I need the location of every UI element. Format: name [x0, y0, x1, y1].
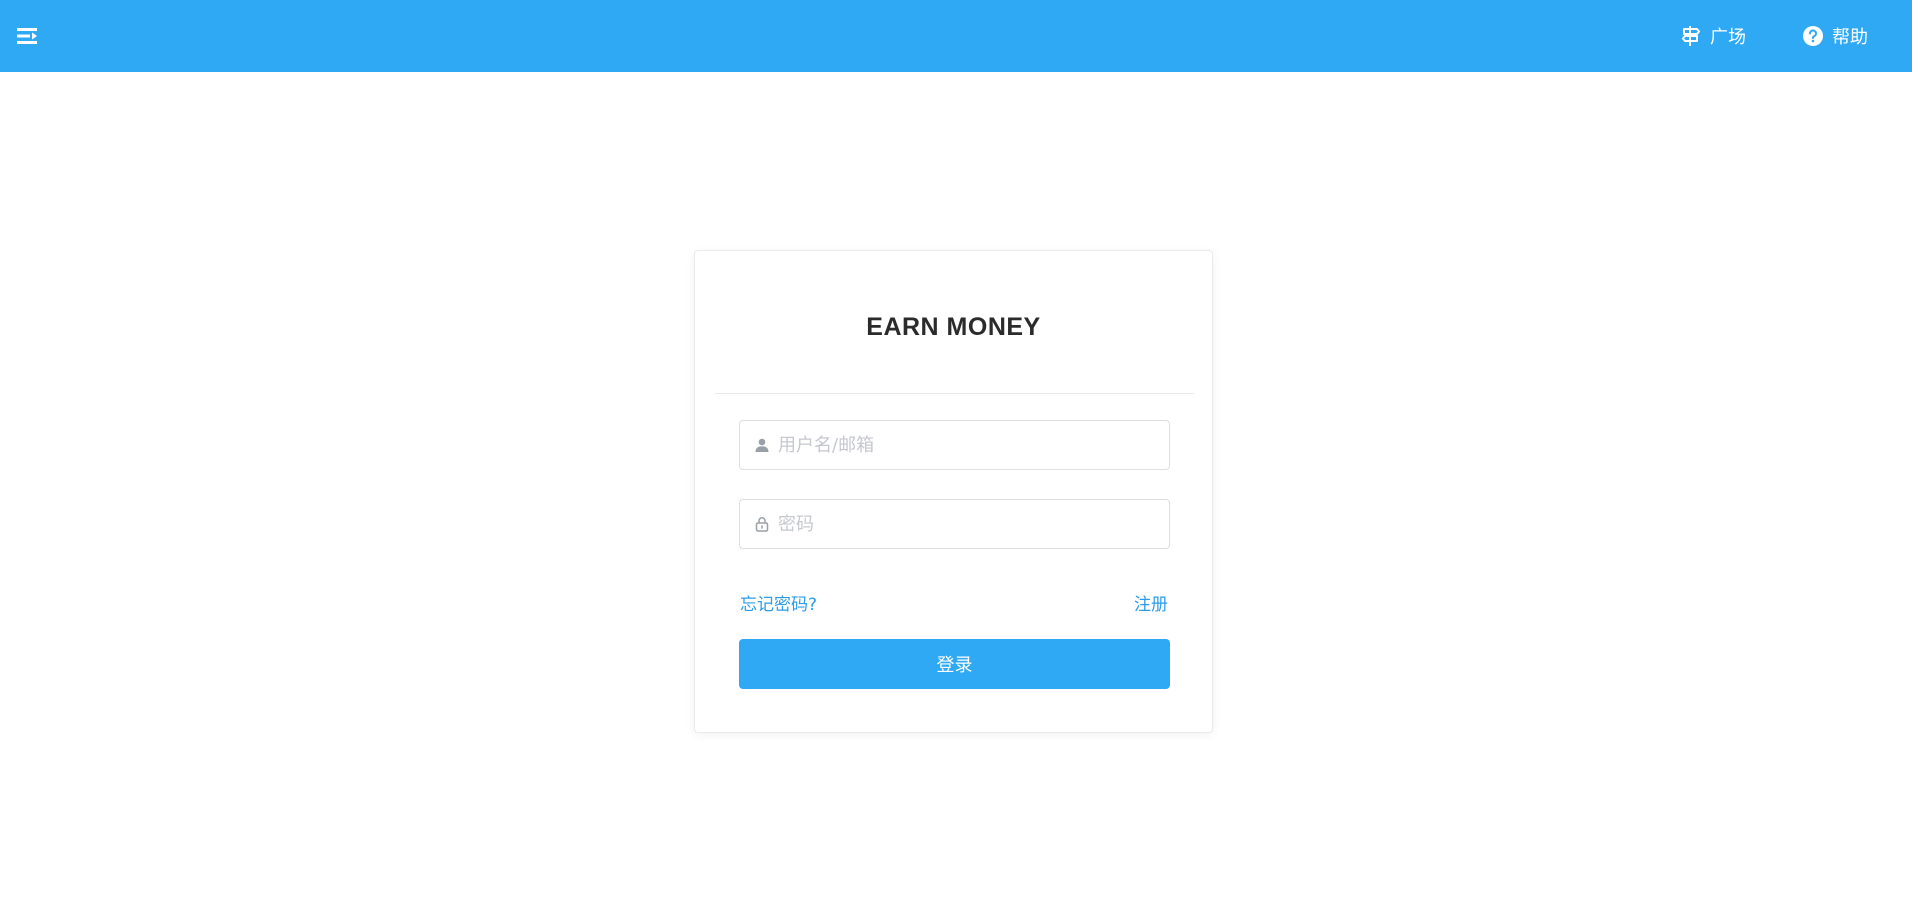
nav-square-label: 广场 [1710, 27, 1746, 48]
help-circle-icon [1802, 25, 1824, 47]
password-input[interactable] [778, 500, 1169, 548]
signpost-icon [1680, 25, 1702, 47]
menu-fold-icon[interactable] [12, 20, 44, 52]
login-card: EARN MONEY 忘记密码? 注册 登录 [694, 250, 1213, 733]
forgot-password-link[interactable]: 忘记密码? [740, 590, 817, 615]
password-field[interactable] [739, 499, 1170, 549]
login-title: EARN MONEY [866, 313, 1041, 341]
nav-help-label: 帮助 [1832, 27, 1868, 48]
nav-square[interactable]: 广场 [1680, 0, 1746, 72]
divider [715, 393, 1194, 394]
lock-icon [754, 516, 770, 532]
username-input[interactable] [778, 421, 1169, 469]
login-button[interactable]: 登录 [739, 639, 1170, 689]
register-link[interactable]: 注册 [1134, 590, 1168, 615]
user-icon [754, 437, 770, 453]
nav-help[interactable]: 帮助 [1802, 0, 1868, 72]
username-field[interactable] [739, 420, 1170, 470]
top-navbar: 广场 帮助 [0, 0, 1912, 72]
